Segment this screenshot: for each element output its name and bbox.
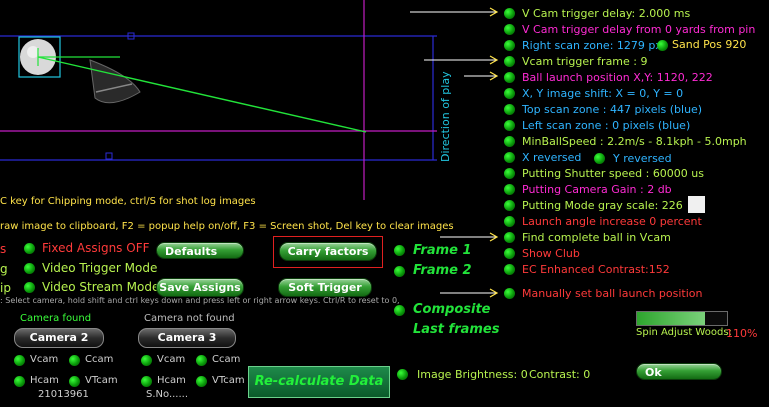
image-brightness-led[interactable] (397, 369, 408, 380)
camera-overlay (0, 0, 437, 200)
image-brightness-label: Image Brightness: 0 (417, 368, 528, 381)
spin-adjust-fill (637, 312, 705, 325)
frame1-led[interactable] (394, 245, 405, 256)
settings-led[interactable] (504, 288, 515, 299)
help-text-1: C key for Chipping mode, ctrl/S for shot… (0, 196, 256, 207)
settings-led[interactable] (504, 24, 515, 35)
save-assigns-button[interactable]: Save Assigns (156, 278, 244, 297)
composite-led[interactable] (394, 305, 405, 316)
defaults-button[interactable]: Defaults (156, 242, 244, 259)
help-text-2: raw image to clipboard, F2 = popup help … (0, 221, 454, 232)
frame2-label[interactable]: Frame 2 (413, 263, 472, 278)
camera2-status: Camera found (20, 313, 92, 324)
settings-item[interactable]: Top scan zone : 447 pixels (blue) (522, 102, 702, 118)
ok-button[interactable]: Ok (636, 363, 722, 380)
settings-item[interactable]: Left scan zone : 0 pixels (blue) (522, 118, 690, 134)
contrast-label: Contrast: 0 (529, 368, 591, 381)
camera3-vcam-led[interactable] (141, 355, 152, 366)
video-stream-label[interactable]: Video Stream Mode (42, 280, 159, 294)
settings-item[interactable]: Launch angle increase 0 percent (522, 214, 702, 230)
sand-pos-label: Sand Pos 920 (672, 38, 747, 51)
camera3-ccam-label[interactable]: Ccam (212, 354, 240, 365)
y-reversed-led[interactable] (594, 153, 605, 164)
camera-view[interactable]: Direction of play (0, 0, 452, 200)
video-trigger-label[interactable]: Video Trigger Mode (42, 261, 157, 275)
settings-item[interactable]: Manually set ball launch position (522, 286, 703, 302)
camera3-vcam-label[interactable]: Vcam (157, 354, 185, 365)
settings-led[interactable] (504, 136, 515, 147)
settings-led[interactable] (504, 88, 515, 99)
help-text-3: : Select camera, hold shift and ctrl key… (0, 296, 400, 305)
settings-item[interactable]: X reversed (522, 150, 581, 166)
fixed-assigns-prefix: s (0, 242, 7, 256)
settings-item[interactable]: Ball launch position X,Y: 1120, 222 (522, 70, 713, 86)
frame1-label[interactable]: Frame 1 (413, 243, 472, 258)
camera2-ccam-led[interactable] (69, 355, 80, 366)
settings-led[interactable] (504, 184, 515, 195)
camera3-button[interactable]: Camera 3 (138, 328, 236, 348)
settings-led[interactable] (504, 8, 515, 19)
y-reversed-label: Y reversed (613, 152, 672, 165)
fixed-assigns-label[interactable]: Fixed Assigns OFF (42, 241, 150, 255)
camera2-ccam-label[interactable]: Ccam (85, 354, 113, 365)
settings-item[interactable]: Show Club (522, 246, 580, 262)
settings-led[interactable] (504, 232, 515, 243)
camera3-status: Camera not found (144, 313, 235, 324)
camera3-vtcam-label[interactable]: VTcam (212, 375, 245, 386)
composite-label[interactable]: Composite (413, 302, 490, 317)
video-trigger-led[interactable] (24, 263, 35, 274)
camera2-vcam-led[interactable] (14, 355, 25, 366)
settings-item[interactable]: Right scan zone: 1279 px (522, 38, 662, 54)
spin-adjust-label: Spin Adjust Woods: (636, 327, 732, 338)
video-stream-led[interactable] (24, 282, 35, 293)
recalculate-button[interactable]: Re-calculate Data (248, 366, 390, 398)
camera2-serial: 21013961 (38, 389, 89, 400)
settings-item[interactable]: Vcam trigger frame : 9 (522, 54, 648, 70)
direction-of-play-label: Direction of play (439, 71, 452, 162)
camera2-hcam-led[interactable] (14, 376, 25, 387)
spin-adjust-value: 110% (726, 327, 758, 340)
settings-led[interactable] (504, 248, 515, 259)
camera3-hcam-label[interactable]: Hcam (157, 375, 186, 386)
settings-led[interactable] (504, 264, 515, 275)
settings-item[interactable]: Find complete ball in Vcam (522, 230, 671, 246)
fixed-assigns-led[interactable] (24, 243, 35, 254)
settings-led[interactable] (504, 152, 515, 163)
settings-led[interactable] (504, 72, 515, 83)
camera2-vtcam-label[interactable]: VTcam (85, 375, 118, 386)
settings-item[interactable]: X, Y image shift: X = 0, Y = 0 (522, 86, 683, 102)
frame2-led[interactable] (394, 266, 405, 277)
video-stream-prefix: ip (0, 281, 11, 295)
settings-led[interactable] (504, 40, 515, 51)
soft-trigger-button[interactable]: Soft Trigger (278, 278, 372, 297)
gray-scale-swatch[interactable] (688, 196, 705, 213)
settings-led[interactable] (504, 120, 515, 131)
settings-led[interactable] (504, 200, 515, 211)
camera2-hcam-label[interactable]: Hcam (30, 375, 59, 386)
spin-adjust-slider[interactable] (636, 311, 728, 326)
camera2-vcam-label[interactable]: Vcam (30, 354, 58, 365)
camera2-button[interactable]: Camera 2 (14, 328, 104, 348)
camera3-ccam-led[interactable] (196, 355, 207, 366)
settings-led[interactable] (504, 168, 515, 179)
camera2-vtcam-led[interactable] (69, 376, 80, 387)
settings-led[interactable] (504, 56, 515, 67)
settings-item[interactable]: V Cam trigger delay from 0 yards from pi… (522, 22, 755, 38)
sand-pos-led[interactable] (657, 40, 668, 51)
settings-item[interactable]: Putting Shutter speed : 60000 us (522, 166, 704, 182)
settings-item[interactable]: Putting Mode gray scale: 226 (522, 198, 683, 214)
last-frames-label[interactable]: Last frames (413, 322, 499, 337)
settings-item[interactable]: EC Enhanced Contrast:152 (522, 262, 670, 278)
settings-item[interactable]: Putting Camera Gain : 2 db (522, 182, 672, 198)
camera3-hcam-led[interactable] (141, 376, 152, 387)
settings-item[interactable]: V Cam trigger delay: 2.000 ms (522, 6, 690, 22)
camera3-serial: S.No...... (146, 389, 189, 400)
settings-led[interactable] (504, 216, 515, 227)
carry-factors-button[interactable]: Carry factors (279, 242, 377, 261)
settings-item[interactable]: MinBallSpeed : 2.2m/s - 8.1kph - 5.0mph (522, 134, 747, 150)
video-trigger-prefix: g (0, 262, 8, 276)
camera3-vtcam-led[interactable] (196, 376, 207, 387)
settings-led[interactable] (504, 104, 515, 115)
